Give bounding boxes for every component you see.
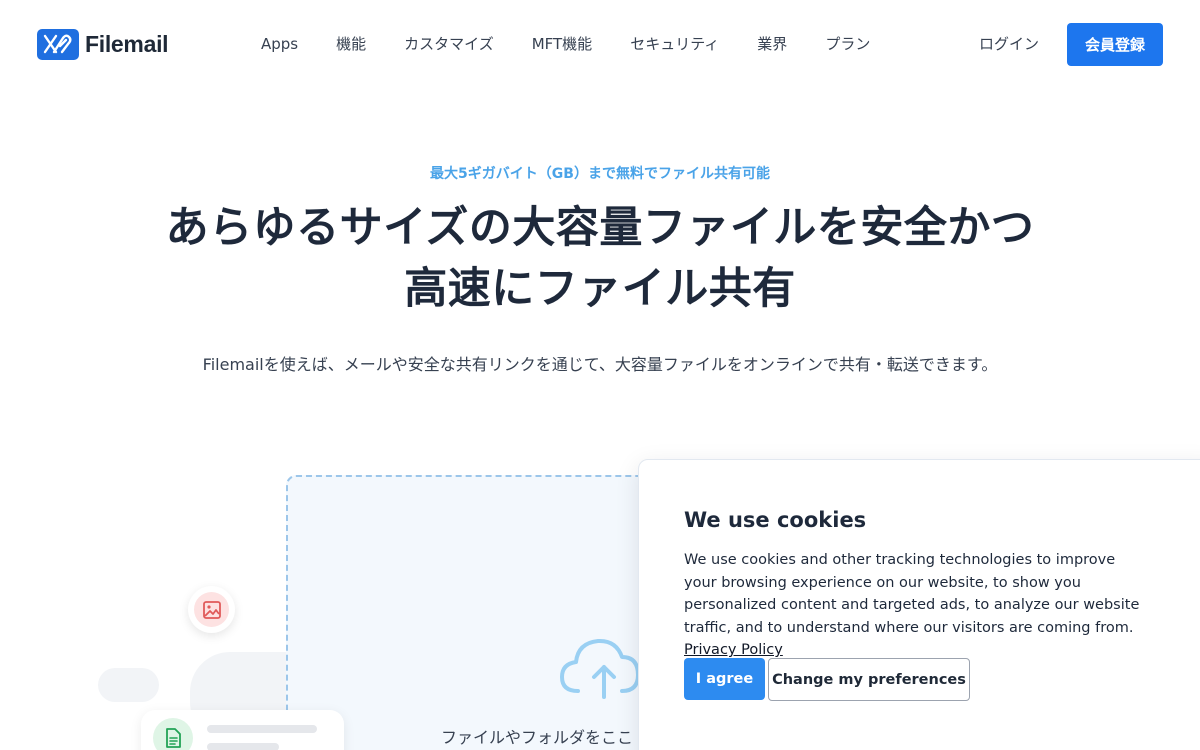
dropzone-text: ファイルやフォルダをここ <box>441 728 634 747</box>
page: Filemail Apps 機能 カスタマイズ MFT機能 セキュリティ 業界 … <box>0 0 1200 750</box>
cookie-body-text: We use cookies and other tracking techno… <box>684 552 1140 636</box>
hero-title: あらゆるサイズの大容量ファイルを安全かつ 高速にファイル共有 <box>60 198 1140 320</box>
privacy-policy-link[interactable]: Privacy Policy <box>684 642 783 658</box>
nav-security[interactable]: セキュリティ <box>630 32 719 56</box>
decorative-pill <box>98 668 159 702</box>
hero-title-line-1: あらゆるサイズの大容量ファイルを安全かつ <box>165 203 1035 253</box>
change-preferences-button[interactable]: Change my preferences <box>768 658 970 701</box>
filemail-logo[interactable]: Filemail <box>37 28 169 60</box>
placeholder-line <box>207 743 279 750</box>
image-icon <box>194 592 229 627</box>
agree-button[interactable]: I agree <box>684 658 765 700</box>
cloud-upload-icon <box>558 635 642 701</box>
logo-text: Filemail <box>85 30 169 57</box>
login-link[interactable]: ログイン <box>979 32 1039 56</box>
nav-industries[interactable]: 業界 <box>757 32 787 56</box>
hero-subtitle: Filemailを使えば、メールや安全な共有リンクを通じて、大容量ファイルをオン… <box>202 355 998 374</box>
image-file-badge <box>188 586 235 633</box>
document-icon <box>153 718 193 750</box>
placeholder-line <box>207 725 317 733</box>
nav-customize[interactable]: カスタマイズ <box>404 32 494 56</box>
main-nav: Apps 機能 カスタマイズ MFT機能 セキュリティ 業界 プラン <box>261 32 870 56</box>
nav-apps[interactable]: Apps <box>261 32 298 56</box>
hero-title-line-2: 高速にファイル共有 <box>404 264 796 314</box>
hero-eyebrow: 最大5ギガバイト（GB）まで無料でファイル共有可能 <box>430 166 770 182</box>
cookie-body: We use cookies and other tracking techno… <box>684 549 1144 662</box>
filemail-logo-icon <box>37 28 79 60</box>
cookie-consent-modal: We use cookies We use cookies and other … <box>638 459 1200 750</box>
signup-button[interactable]: 会員登録 <box>1067 23 1163 66</box>
nav-features[interactable]: 機能 <box>336 32 366 56</box>
nav-mft-features[interactable]: MFT機能 <box>532 32 592 56</box>
document-file-card <box>141 710 344 750</box>
cookie-title: We use cookies <box>684 508 867 532</box>
nav-plans[interactable]: プラン <box>825 32 870 56</box>
site-header: Filemail Apps 機能 カスタマイズ MFT機能 セキュリティ 業界 … <box>0 0 1200 88</box>
